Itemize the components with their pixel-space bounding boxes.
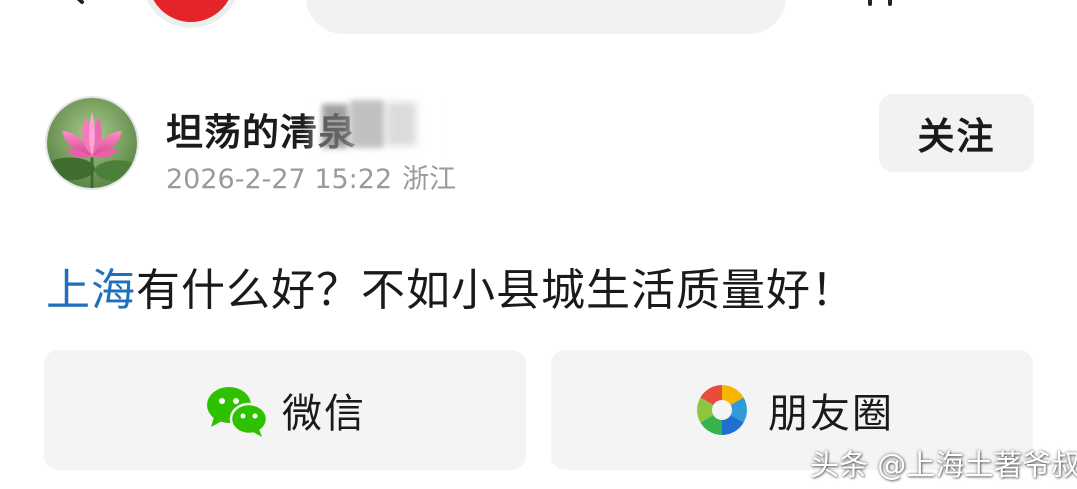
- post-content: 上海有什么好？不如小县城生活质量好！: [46, 254, 856, 318]
- post-date: 2026-2-27 15:22: [166, 164, 393, 195]
- share-moments-label: 朋友圈: [768, 391, 894, 437]
- lotus-avatar-icon: [47, 98, 137, 188]
- name-redaction-block: [322, 104, 348, 148]
- record-button[interactable]: [142, 0, 240, 28]
- share-icon[interactable]: [862, 0, 898, 10]
- top-bar: [0, 0, 1077, 40]
- topic-link[interactable]: 上海: [46, 265, 136, 316]
- watermark: 头条 @上海土著爷叔: [810, 448, 1077, 482]
- post-location: 浙江: [402, 164, 457, 195]
- share-wechat-button[interactable]: 微信: [44, 350, 526, 470]
- avatar[interactable]: [45, 96, 139, 190]
- post-body: 有什么好？不如小县城生活质量好！: [136, 265, 856, 316]
- moments-icon: [697, 385, 747, 435]
- name-redaction-block: [386, 102, 416, 146]
- wechat-icon: [207, 387, 268, 437]
- follow-button[interactable]: 关注: [879, 94, 1034, 172]
- post-meta: 2026-2-27 15:22 浙江: [166, 157, 466, 196]
- search-bar[interactable]: [306, 0, 786, 34]
- share-wechat-label: 微信: [282, 391, 366, 437]
- chevron-left-icon[interactable]: [60, 0, 90, 4]
- name-redaction-block: [350, 100, 384, 148]
